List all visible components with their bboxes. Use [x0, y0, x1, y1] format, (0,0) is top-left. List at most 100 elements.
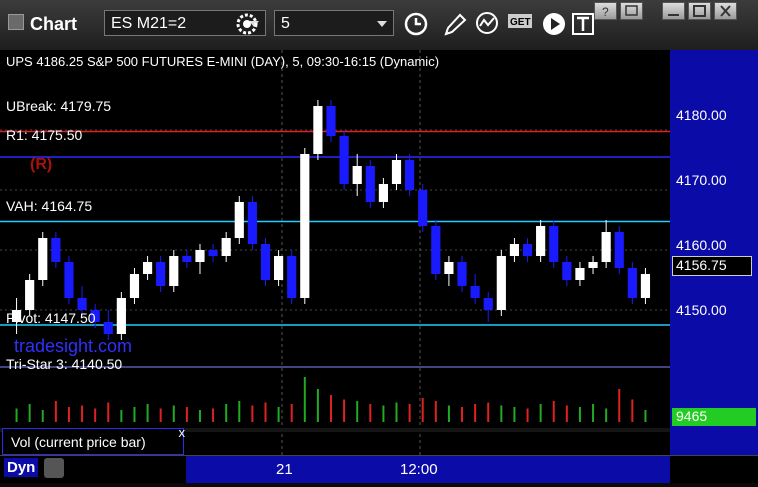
candle-body — [365, 166, 375, 202]
volume-bar — [382, 405, 385, 422]
candle-body — [601, 232, 611, 262]
volume-bar — [552, 401, 555, 422]
dynamic-icon[interactable] — [44, 458, 64, 478]
maximize-button[interactable] — [688, 2, 711, 20]
vah-label: VAH: 4164.75 — [6, 198, 93, 214]
candle-body — [156, 262, 166, 286]
current-price-badge: 4156.75 — [672, 256, 752, 276]
r-tag: (R) — [30, 156, 53, 173]
gear-icon[interactable] — [232, 10, 262, 38]
candle-body — [287, 256, 297, 298]
app-icon — [8, 14, 24, 30]
candle-body — [418, 190, 428, 226]
candle-body — [405, 160, 415, 190]
app-title: Chart — [30, 14, 78, 34]
watermark: tradesight.com — [14, 336, 133, 356]
play-icon[interactable] — [540, 10, 570, 38]
volume-bar — [500, 405, 503, 422]
volume-bar — [54, 401, 57, 422]
candle-body — [129, 274, 140, 298]
candle-body — [247, 202, 257, 244]
link-button[interactable] — [620, 2, 643, 20]
volume-bar — [185, 407, 188, 422]
candle-body — [77, 298, 87, 310]
candle-body — [195, 250, 205, 262]
candle-body — [483, 298, 493, 310]
chart-area[interactable]: UPS 4186.25 S&P 500 FUTURES E-MINI (DAY)… — [0, 50, 758, 482]
volume-bar — [107, 402, 110, 422]
volume-bar — [28, 404, 31, 422]
volume-bar — [461, 407, 464, 422]
pivot-label: Pivot: 4147.50 — [6, 310, 96, 326]
get-menu-icon[interactable]: GET — [506, 10, 536, 38]
volume-bar — [172, 405, 175, 422]
price-tick: 4150.00 — [676, 302, 727, 318]
volume-bar — [618, 389, 621, 422]
candle-body — [64, 262, 74, 298]
time-tick: 12:00 — [400, 461, 438, 478]
candle-body — [25, 280, 35, 310]
candle-body — [457, 262, 467, 286]
candle-body — [116, 298, 126, 334]
volume-bar — [395, 402, 398, 422]
candle-body — [234, 202, 244, 238]
candle-body — [221, 238, 231, 256]
minimize-button[interactable] — [662, 2, 685, 20]
chart-header: UPS 4186.25 S&P 500 FUTURES E-MINI (DAY)… — [6, 54, 440, 69]
clock-icon[interactable] — [402, 10, 432, 38]
candle-body — [496, 256, 506, 310]
dyn-label[interactable]: Dyn — [4, 458, 39, 477]
volume-bar — [15, 408, 18, 422]
help-button[interactable]: ? — [594, 2, 617, 20]
pencil-icon[interactable] — [440, 10, 470, 38]
get-label: GET — [510, 17, 531, 28]
interval-combo[interactable]: 5 — [274, 10, 394, 36]
volume-bar — [526, 408, 529, 422]
price-chart[interactable] — [0, 50, 758, 482]
candle-body — [588, 262, 598, 268]
volume-bar — [225, 404, 228, 422]
candle-body — [182, 256, 192, 262]
volume-bar — [277, 407, 280, 422]
candle-body — [208, 250, 218, 256]
volume-bar — [356, 401, 359, 422]
candle-body — [103, 322, 113, 334]
r1-label: R1: 4175.50 — [6, 127, 83, 143]
time-axis: Dyn 21 12:00 — [0, 455, 758, 483]
candle-body — [536, 226, 546, 256]
candle-body — [391, 160, 402, 184]
volume-panel-label[interactable]: Vol (current price bar) x — [2, 425, 186, 455]
candle-body — [509, 244, 520, 256]
candle-body — [614, 232, 624, 268]
time-tick: 21 — [276, 461, 293, 478]
candle-body — [575, 268, 585, 280]
volume-bar — [592, 404, 595, 422]
svg-text:?: ? — [602, 5, 609, 19]
volume-bar — [578, 407, 581, 422]
volume-bar — [631, 399, 634, 422]
volume-bar — [159, 408, 162, 422]
candle-body — [562, 262, 572, 280]
close-button[interactable] — [714, 2, 737, 20]
tristar-label: Tri-Star 3: 4140.50 — [6, 356, 123, 372]
candle-body — [313, 106, 323, 154]
volume-bar — [133, 407, 136, 422]
indicator-icon[interactable] — [474, 10, 504, 38]
candle-body — [300, 154, 310, 298]
price-tick: 4160.00 — [676, 237, 727, 253]
volume-bar — [330, 395, 332, 422]
volume-bar — [474, 404, 477, 422]
volume-bar — [94, 408, 97, 422]
candle-body — [352, 166, 362, 184]
candle-body — [142, 262, 153, 274]
volume-bar — [41, 410, 44, 422]
volume-bar — [565, 405, 568, 422]
close-icon[interactable]: x — [179, 425, 186, 440]
volume-bar — [67, 407, 70, 422]
volume-bar — [316, 389, 319, 422]
volume-bar — [644, 410, 647, 422]
candle-body — [339, 136, 349, 184]
volume-bar — [303, 377, 306, 422]
candle-body — [260, 244, 271, 280]
volume-bar — [487, 402, 490, 422]
